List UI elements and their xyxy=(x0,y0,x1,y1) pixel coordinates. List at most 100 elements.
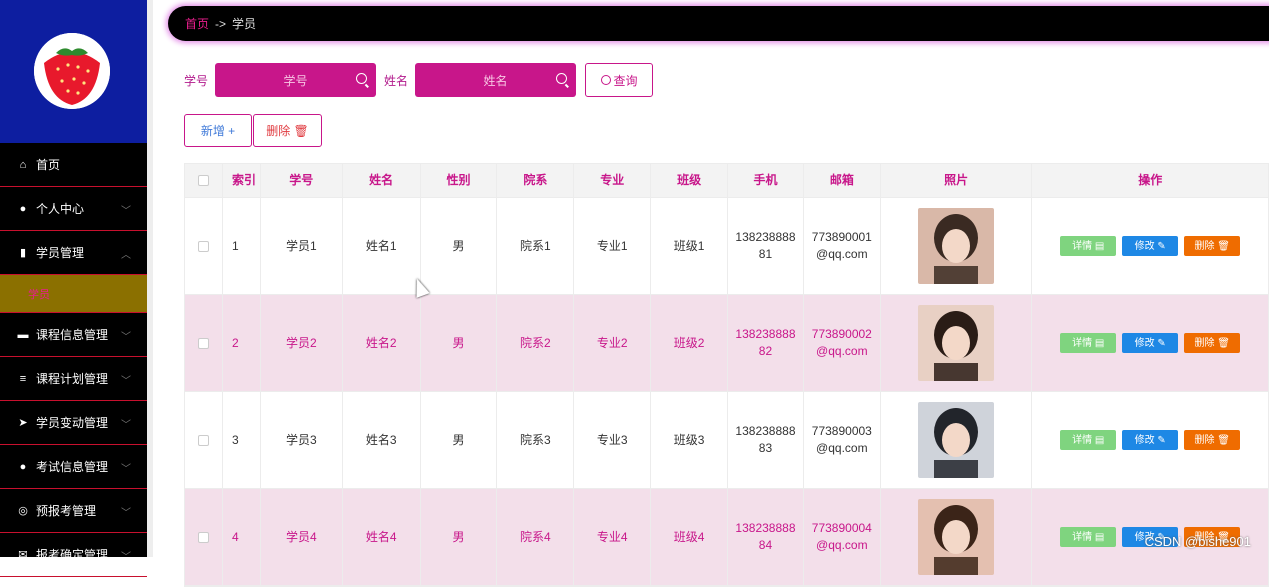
cell-sex: 男 xyxy=(421,392,498,489)
header-phone: 手机 xyxy=(728,164,804,198)
student-no-input[interactable]: 学号 xyxy=(215,63,376,97)
add-button[interactable]: 新增 + xyxy=(184,114,252,147)
cell-major: 专业1 xyxy=(574,198,651,295)
cell-index: 4 xyxy=(223,489,261,586)
row-checkbox[interactable] xyxy=(198,532,209,543)
cell-phone: 138238888 81 xyxy=(728,198,804,295)
query-button[interactable]: 查询 xyxy=(585,63,653,97)
header-mail: 邮箱 xyxy=(804,164,881,198)
row-delete-button[interactable]: 删除 🗑 xyxy=(1184,236,1240,256)
cell-phone: 138238888 83 xyxy=(728,392,804,489)
cell-no: 学员3 xyxy=(261,392,343,489)
name-input[interactable]: 姓名 xyxy=(415,63,576,97)
cell-cls: 班级4 xyxy=(651,489,728,586)
action-bar: 新增 + 删除 🗑 xyxy=(184,114,322,147)
bar-chart-icon: ▮ xyxy=(16,246,30,260)
cell-phone: 138238888 82 xyxy=(728,295,804,392)
edit-button[interactable]: 修改 ✎ xyxy=(1122,333,1178,353)
delete-button[interactable]: 删除 🗑 xyxy=(253,114,322,147)
edit-button[interactable]: 修改 ✎ xyxy=(1122,430,1178,450)
student-photo[interactable] xyxy=(918,499,994,575)
detail-button[interactable]: 详情 ▤ xyxy=(1060,527,1116,547)
row-checkbox-cell[interactable] xyxy=(185,295,223,392)
sidebar-item-label: 预报考管理 xyxy=(36,502,96,519)
chevron-up-icon: ︿ xyxy=(121,246,131,261)
row-checkbox[interactable] xyxy=(198,241,209,252)
detail-button[interactable]: 详情 ▤ xyxy=(1060,333,1116,353)
cell-major: 专业4 xyxy=(574,489,651,586)
row-checkbox-cell[interactable] xyxy=(185,392,223,489)
cell-mail: 773890004 @qq.com xyxy=(804,489,881,586)
sidebar-item-label: 个人中心 xyxy=(36,200,84,217)
cell-name: 姓名3 xyxy=(343,392,421,489)
student-no-label: 学号 xyxy=(184,72,208,89)
sidebar-item-7[interactable]: ● 考试信息管理 ﹀ xyxy=(0,445,147,489)
photo-cell xyxy=(881,198,1033,295)
cell-sex: 男 xyxy=(421,489,498,586)
sidebar-item-label: 报考确定管理 xyxy=(36,546,108,563)
row-checkbox-cell[interactable] xyxy=(185,489,223,586)
sidebar-item-1[interactable]: ●个人中心﹀ xyxy=(0,187,147,231)
user-icon: ● xyxy=(16,202,30,216)
sidebar-item-5[interactable]: ≡课程计划管理﹀ xyxy=(0,357,147,401)
cell-mail: 773890002 @qq.com xyxy=(804,295,881,392)
sidebar-scrollbar[interactable] xyxy=(147,0,153,557)
search-bar: 学号 学号 姓名 姓名 查询 xyxy=(184,63,653,97)
search-icon xyxy=(556,73,567,84)
cell-name: 姓名4 xyxy=(343,489,421,586)
sidebar-item-2[interactable]: ▮ 学员管理 ︿ xyxy=(0,231,147,275)
sidebar-item-0[interactable]: ⌂首页 xyxy=(0,143,147,187)
sidebar-item-label: 课程信息管理 xyxy=(36,326,108,343)
sidebar-item-label: 学员变动管理 xyxy=(36,414,108,431)
chevron-down-icon: ﹀ xyxy=(121,328,131,343)
breadcrumb: 首页 -> 学员 xyxy=(168,6,1269,41)
student-photo[interactable] xyxy=(918,305,994,381)
cell-dept: 院系3 xyxy=(497,392,574,489)
sidebar: ⌂首页●个人中心﹀▮学员管理︿学员▬课程信息管理﹀≡课程计划管理﹀➤学员变动管理… xyxy=(0,0,147,557)
cell-index: 3 xyxy=(223,392,261,489)
sidebar-item-label: 考试信息管理 xyxy=(36,458,108,475)
detail-button[interactable]: 详情 ▤ xyxy=(1060,236,1116,256)
row-checkbox[interactable] xyxy=(198,435,209,446)
sidebar-item-label: 学员管理 xyxy=(36,244,84,261)
student-photo[interactable] xyxy=(918,208,994,284)
cell-sex: 男 xyxy=(421,295,498,392)
edit-button[interactable]: 修改 ✎ xyxy=(1122,236,1178,256)
user-icon: ● xyxy=(16,460,30,474)
sidebar-item-8[interactable]: ◎预报考管理﹀ xyxy=(0,489,147,533)
sidebar-item-9[interactable]: ✉报考确定管理﹀ xyxy=(0,533,147,577)
header-name: 姓名 xyxy=(343,164,421,198)
mail-icon: ✉ xyxy=(16,548,30,562)
breadcrumb-home[interactable]: 首页 xyxy=(185,15,209,32)
sidebar-subitem-student[interactable]: 学员 xyxy=(0,275,147,313)
select-all-checkbox-cell[interactable] xyxy=(185,164,223,198)
sidebar-item-6[interactable]: ➤学员变动管理﹀ xyxy=(0,401,147,445)
detail-button[interactable]: 详情 ▤ xyxy=(1060,430,1116,450)
header-actions: 操作 xyxy=(1032,164,1268,198)
sidebar-item-4[interactable]: ▬ 课程信息管理 ﹀ xyxy=(0,313,147,357)
cell-no: 学员2 xyxy=(261,295,343,392)
cell-dept: 院系2 xyxy=(497,295,574,392)
cell-cls: 班级2 xyxy=(651,295,728,392)
chevron-down-icon: ﹀ xyxy=(121,416,131,431)
row-checkbox-cell[interactable] xyxy=(185,198,223,295)
brand-area xyxy=(0,0,147,143)
row-delete-button[interactable]: 删除 🗑 xyxy=(1184,430,1240,450)
breadcrumb-separator: -> xyxy=(215,17,226,31)
cell-cls: 班级3 xyxy=(651,392,728,489)
sidebar-item-label: 课程计划管理 xyxy=(36,370,108,387)
row-checkbox[interactable] xyxy=(198,338,209,349)
row-delete-button[interactable]: 删除 🗑 xyxy=(1184,333,1240,353)
globe-icon: ◎ xyxy=(16,504,30,518)
table-row: 1学员1姓名1男院系1专业1班级1138238888 81773890001 @… xyxy=(185,198,1268,295)
cell-no: 学员1 xyxy=(261,198,343,295)
cell-name: 姓名1 xyxy=(343,198,421,295)
chevron-down-icon: ﹀ xyxy=(121,460,131,475)
cell-name: 姓名2 xyxy=(343,295,421,392)
briefcase-icon: ▬ xyxy=(16,328,30,342)
select-all-checkbox[interactable] xyxy=(198,175,209,186)
home-icon: ⌂ xyxy=(16,158,30,172)
student-photo[interactable] xyxy=(918,402,994,478)
cell-mail: 773890001 @qq.com xyxy=(804,198,881,295)
actions-cell: 详情 ▤ 修改 ✎ 删除 🗑 xyxy=(1032,198,1268,295)
